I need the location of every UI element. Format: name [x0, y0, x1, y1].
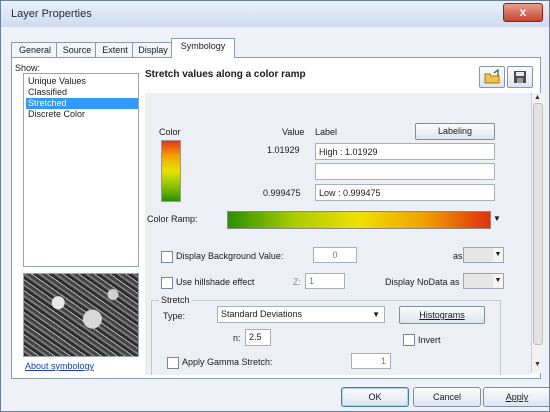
- stretch-type-select[interactable]: Standard Deviations ▼: [217, 306, 385, 323]
- symbology-heading: Stretch values along a color ramp: [145, 69, 306, 80]
- gamma-stretch-label: Apply Gamma Stretch:: [182, 357, 273, 367]
- display-background-label: Display Background Value:: [176, 251, 284, 261]
- layer-preview-thumbnail: [23, 273, 139, 357]
- settings-scrollbar[interactable]: ▲ ▼: [531, 93, 543, 373]
- dialog-footer: OK Cancel Apply: [1, 381, 549, 411]
- n-value-field[interactable]: 2.5: [245, 329, 271, 346]
- save-button[interactable]: [507, 66, 533, 88]
- high-label-field[interactable]: High : 1.01929: [315, 143, 495, 160]
- show-item-discrete-color[interactable]: Discrete Color: [26, 109, 138, 120]
- color-ramp-dropdown-arrow[interactable]: ▼: [491, 211, 503, 227]
- background-as-label: as: [453, 251, 463, 261]
- stretch-color-ramp-swatch[interactable]: [161, 140, 181, 202]
- ok-button[interactable]: OK: [341, 387, 409, 407]
- show-label: Show:: [15, 63, 41, 73]
- apply-button-label: Apply: [505, 392, 529, 402]
- scroll-up-arrow[interactable]: ▲: [534, 94, 541, 101]
- folder-icon: [484, 68, 500, 84]
- show-item-stretched[interactable]: Stretched: [26, 98, 138, 109]
- mid-label-field[interactable]: [315, 163, 495, 180]
- apply-button[interactable]: Apply: [483, 387, 549, 407]
- color-ramp-label-text: Color Ramp:: [147, 214, 198, 224]
- title-bar: Layer Properties x: [1, 1, 549, 27]
- stretch-type-value: Standard Deviations: [221, 309, 303, 319]
- show-item-classified[interactable]: Classified: [26, 87, 138, 98]
- show-item-unique-values[interactable]: Unique Values: [26, 76, 138, 87]
- tab-display[interactable]: Display: [132, 42, 174, 57]
- nodata-color-swatch[interactable]: [463, 273, 495, 289]
- value-column-header: Value: [282, 127, 305, 137]
- hillshade-label: Use hillshade effect: [176, 277, 255, 287]
- stretch-settings-panel: Color Value Label Labeling 1.01929 High …: [145, 93, 531, 375]
- n-label: n:: [233, 333, 241, 343]
- invert-label: Invert: [418, 335, 441, 345]
- color-ramp-label: Color Ramp:: [147, 214, 198, 224]
- z-factor-label: Z:: [293, 277, 301, 287]
- low-value: 0.999475: [263, 188, 301, 198]
- stretch-group-label: Stretch: [159, 295, 192, 305]
- low-label-field[interactable]: Low : 0.999475: [315, 184, 495, 201]
- about-symbology-link[interactable]: About symbology: [25, 361, 94, 371]
- window-title: Layer Properties: [11, 8, 92, 20]
- color-ramp-dropdown[interactable]: [227, 211, 491, 229]
- scroll-down-arrow[interactable]: ▼: [534, 361, 541, 368]
- hillshade-checkbox[interactable]: [161, 277, 173, 289]
- tab-general[interactable]: General: [11, 42, 59, 57]
- display-background-checkbox[interactable]: [161, 251, 173, 263]
- labeling-button[interactable]: Labeling: [415, 123, 495, 140]
- tab-extent[interactable]: Extent: [95, 42, 135, 57]
- stretch-type-label: Type:: [163, 311, 186, 321]
- histograms-button[interactable]: Histograms: [399, 306, 485, 324]
- cancel-button[interactable]: Cancel: [413, 387, 481, 407]
- close-button[interactable]: x: [503, 3, 543, 22]
- scrollbar-thumb[interactable]: [533, 103, 543, 345]
- open-button[interactable]: [479, 66, 505, 88]
- z-factor-field[interactable]: 1: [305, 273, 345, 289]
- save-icon: [514, 71, 526, 83]
- gamma-stretch-checkbox[interactable]: [167, 357, 179, 369]
- histograms-button-label: Histograms: [419, 310, 465, 320]
- nodata-label: Display NoData as: [385, 277, 460, 287]
- layer-properties-dialog: Layer Properties x General Source Extent…: [0, 0, 550, 412]
- invert-checkbox[interactable]: [403, 334, 415, 346]
- color-column-header: Color: [159, 127, 181, 137]
- background-color-arrow[interactable]: ▼: [493, 247, 504, 263]
- background-value-field[interactable]: 0: [313, 247, 357, 263]
- show-list: Unique Values Classified Stretched Discr…: [23, 73, 139, 267]
- label-column-header: Label: [315, 127, 338, 137]
- tab-source[interactable]: Source: [56, 42, 98, 57]
- nodata-color-arrow[interactable]: ▼: [493, 273, 504, 289]
- gamma-value-field[interactable]: 1: [351, 353, 391, 369]
- background-color-swatch[interactable]: [463, 247, 495, 263]
- chevron-down-icon: ▼: [372, 310, 380, 319]
- high-value: 1.01929: [267, 145, 300, 155]
- tab-symbology[interactable]: Symbology: [171, 38, 235, 58]
